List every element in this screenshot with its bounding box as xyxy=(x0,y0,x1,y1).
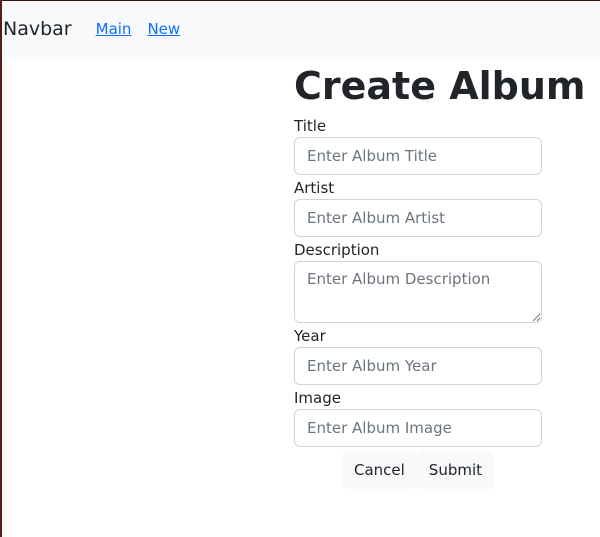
submit-button[interactable]: Submit xyxy=(416,451,495,489)
navbar: Navbar Main New xyxy=(2,1,600,57)
album-year-input[interactable] xyxy=(294,347,542,385)
form-actions: Cancel Submit xyxy=(294,451,542,489)
album-title-input[interactable] xyxy=(294,137,542,175)
year-label: Year xyxy=(294,327,326,345)
nav-link-main[interactable]: Main xyxy=(96,20,132,38)
navbar-brand[interactable]: Navbar xyxy=(3,18,72,40)
nav-link-new[interactable]: New xyxy=(147,20,180,38)
page-title: Create Album xyxy=(294,64,586,108)
create-album-form: Create Album Title Artist Description Ye… xyxy=(294,58,586,489)
album-description-textarea[interactable] xyxy=(294,261,542,323)
artist-label: Artist xyxy=(294,179,335,197)
image-label: Image xyxy=(294,389,341,407)
album-image-input[interactable] xyxy=(294,409,542,447)
title-label: Title xyxy=(294,117,327,135)
cancel-button[interactable]: Cancel xyxy=(341,451,417,489)
album-artist-input[interactable] xyxy=(294,199,542,237)
window-left-border xyxy=(0,0,2,537)
description-label: Description xyxy=(294,241,380,259)
